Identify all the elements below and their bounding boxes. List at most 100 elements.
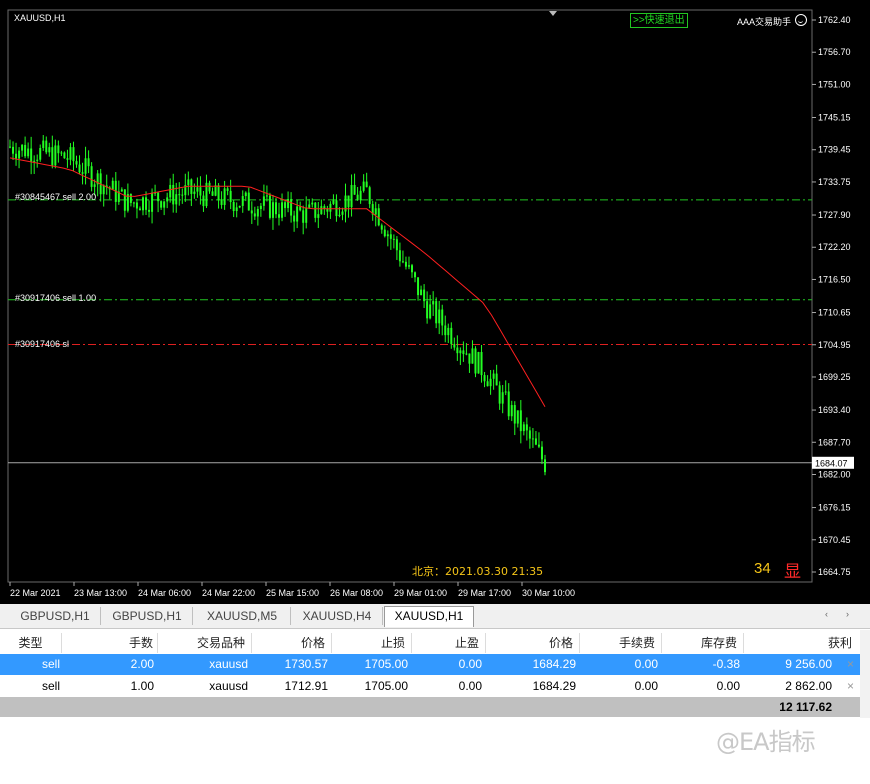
candle-body bbox=[250, 210, 253, 214]
position-type: sell bbox=[41, 679, 60, 693]
candle-body bbox=[223, 188, 226, 205]
candle-body bbox=[477, 352, 480, 374]
time-axis-label: 29 Mar 01:00 bbox=[394, 588, 447, 598]
candle-body bbox=[320, 206, 323, 215]
candle-body bbox=[145, 197, 148, 210]
candle-body bbox=[196, 187, 199, 192]
candle-body bbox=[81, 172, 84, 174]
time-axis-label: 25 Mar 15:00 bbox=[266, 588, 319, 598]
candle-body bbox=[544, 459, 546, 473]
position-open-price: 1730.57 bbox=[284, 657, 328, 671]
position-symbol: xauusd bbox=[209, 679, 248, 693]
candle-body bbox=[214, 185, 217, 196]
quick-exit-button[interactable]: >>快速退出 bbox=[630, 13, 688, 28]
candle-body bbox=[359, 190, 362, 201]
candle-body bbox=[377, 208, 380, 226]
trade-assistant-label: AAA交易助手 bbox=[737, 17, 792, 27]
col-header-symbol[interactable]: 交易品种 bbox=[158, 633, 252, 653]
candle-body bbox=[296, 206, 299, 222]
position-commission: 0.00 bbox=[634, 657, 658, 671]
candle-body bbox=[389, 234, 392, 239]
candle-body bbox=[459, 350, 462, 354]
position-take-profit[interactable]: 0.00 bbox=[412, 676, 486, 697]
candle-body bbox=[435, 301, 438, 324]
candle-body bbox=[519, 410, 522, 432]
position-row[interactable]: sell 2.00 xauusd 1730.57 1705.00 0.00 16… bbox=[0, 654, 860, 675]
price-axis-label: 1727.90 bbox=[818, 210, 851, 220]
candle-body bbox=[438, 309, 441, 324]
candle-body bbox=[465, 353, 468, 355]
col-header-swap[interactable]: 库存费 bbox=[662, 633, 744, 653]
candle-body bbox=[90, 166, 93, 187]
candle-body bbox=[120, 189, 123, 192]
price-axis-label: 1733.75 bbox=[818, 177, 851, 187]
candle-body bbox=[471, 348, 474, 364]
col-header-commission[interactable]: 手续费 bbox=[580, 633, 662, 653]
position-volume: 1.00 bbox=[130, 679, 154, 693]
close-position-icon[interactable]: × bbox=[847, 676, 854, 697]
beijing-clock: 北京：2021.03.30 21:35 bbox=[412, 565, 544, 578]
price-chart[interactable]: 1762.40 1756.70 1751.00 1745.15 1739.45 1733.… bbox=[0, 0, 870, 604]
candle-body bbox=[72, 147, 75, 162]
tab-xauusd-m5[interactable]: XAUUSD,M5 bbox=[194, 607, 291, 625]
candle-body bbox=[453, 344, 456, 348]
candle-body bbox=[268, 195, 271, 218]
col-header-stop-loss[interactable]: 止损 bbox=[332, 633, 412, 653]
candle-body bbox=[462, 350, 465, 355]
tab-gbpusd-h1[interactable]: GBPUSD,H1 bbox=[102, 607, 193, 625]
candle-body bbox=[338, 214, 341, 217]
chart-tabs-bar: GBPUSD,H1 GBPUSD,H1 XAUUSD,M5 XAUUSD,H4 … bbox=[0, 604, 870, 629]
order-line-label: #30917406 sell 1.00 bbox=[15, 293, 97, 303]
candle-body bbox=[259, 205, 262, 210]
candle-body bbox=[262, 196, 265, 206]
candle-body bbox=[341, 211, 344, 215]
col-header-profit[interactable]: 获利 bbox=[744, 633, 860, 653]
tab-next-icon[interactable]: › bbox=[846, 609, 849, 619]
col-header-type[interactable]: 类型 bbox=[0, 633, 62, 653]
position-stop-loss[interactable]: 1705.00 bbox=[332, 654, 412, 675]
position-commission: 0.00 bbox=[634, 679, 658, 693]
candle-body bbox=[335, 200, 338, 217]
order-line-label: #30845467 sell 2.00 bbox=[15, 192, 97, 202]
time-axis-label: 22 Mar 2021 bbox=[10, 588, 61, 598]
tab-gbpusd-h1[interactable]: GBPUSD,H1 bbox=[10, 607, 101, 625]
tab-prev-icon[interactable]: ‹ bbox=[825, 609, 828, 619]
candle-body bbox=[39, 148, 42, 160]
chart-scroll-marker-icon bbox=[549, 11, 557, 16]
position-type: sell bbox=[41, 657, 60, 671]
position-row[interactable]: sell 1.00 xauusd 1712.91 1705.00 0.00 16… bbox=[0, 676, 860, 697]
candle-body bbox=[226, 188, 229, 191]
candle-body bbox=[51, 147, 54, 166]
candle-body bbox=[311, 202, 314, 205]
candle-body bbox=[253, 213, 256, 217]
col-header-current-price[interactable]: 价格 bbox=[486, 633, 580, 653]
col-header-take-profit[interactable]: 止盈 bbox=[412, 633, 486, 653]
close-position-icon[interactable]: × bbox=[847, 654, 854, 675]
candle-body bbox=[138, 208, 141, 211]
price-axis-label: 1716.50 bbox=[818, 274, 851, 284]
candle-body bbox=[12, 146, 15, 154]
position-stop-loss[interactable]: 1705.00 bbox=[332, 676, 412, 697]
position-take-profit[interactable]: 0.00 bbox=[412, 654, 486, 675]
chart-canvas[interactable]: 1762.40 1756.70 1751.00 1745.15 1739.45 1733.… bbox=[0, 0, 870, 604]
candle-body bbox=[365, 181, 368, 188]
col-header-volume[interactable]: 手数 bbox=[62, 633, 158, 653]
candle-body bbox=[163, 201, 166, 208]
candle-body bbox=[220, 200, 223, 205]
tab-xauusd-h4[interactable]: XAUUSD,H4 bbox=[292, 607, 383, 625]
col-header-open-price[interactable]: 价格 bbox=[252, 633, 332, 653]
candle-body bbox=[178, 194, 181, 196]
candle-body bbox=[480, 352, 483, 376]
candle-body bbox=[148, 209, 151, 212]
time-axis-label: 23 Mar 13:00 bbox=[74, 588, 127, 598]
candle-body bbox=[299, 206, 302, 211]
candle-body bbox=[423, 289, 426, 302]
candle-body bbox=[317, 214, 320, 218]
show-toggle-button[interactable]: 显 bbox=[784, 557, 801, 582]
tab-xauusd-h1[interactable]: XAUUSD,H1 bbox=[384, 606, 474, 627]
candle-body bbox=[420, 289, 423, 296]
position-current-price: 1684.29 bbox=[532, 657, 576, 671]
table-scrollbar[interactable] bbox=[860, 630, 870, 718]
candle-body bbox=[36, 159, 39, 161]
candle-body bbox=[513, 405, 516, 424]
